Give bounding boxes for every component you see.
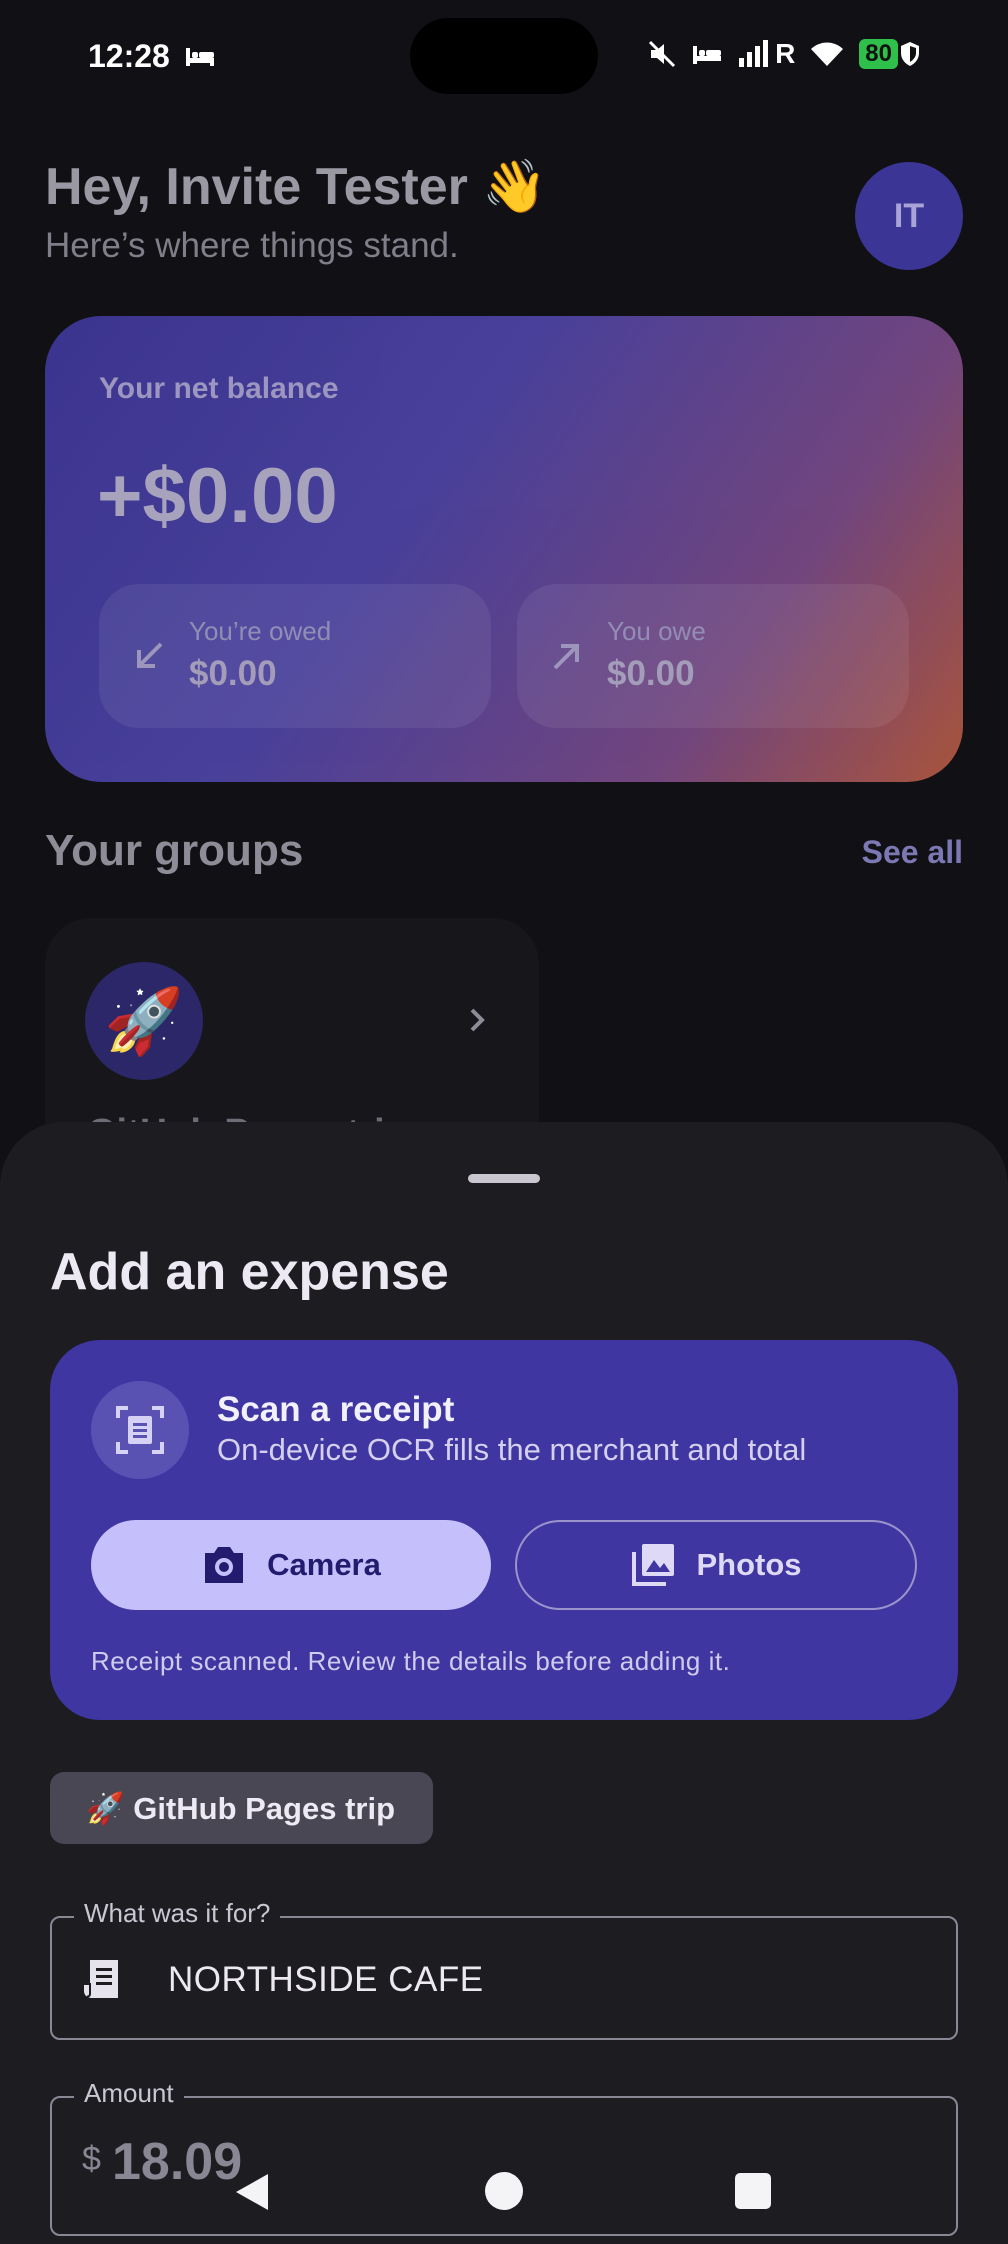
group-chip[interactable]: 🚀 GitHub Pages trip <box>50 1772 434 1844</box>
mute-icon <box>649 40 676 68</box>
greeting-title: Hey, Invite Tester 👋 <box>45 158 548 216</box>
camera-cutout <box>410 18 598 94</box>
see-all-link[interactable]: See all <box>862 834 963 871</box>
owe-label: You owe <box>607 616 706 646</box>
camera-button-label: Camera <box>267 1547 381 1582</box>
groups-title: Your groups <box>45 826 304 875</box>
balance-card: Your net balance +$0.00 You’re owed $0.0… <box>45 316 963 782</box>
chevron-right-icon <box>470 1008 485 1032</box>
owed-value: $0.00 <box>189 654 277 693</box>
signal-icon <box>739 40 769 67</box>
owe-tile[interactable]: You owe $0.00 <box>517 584 909 728</box>
sheet-drag-handle[interactable] <box>468 1174 540 1183</box>
bed-icon <box>693 46 722 64</box>
photos-button[interactable]: Photos <box>515 1520 917 1610</box>
avatar[interactable]: IT <box>855 162 963 270</box>
wifi-icon <box>811 42 844 66</box>
owed-tile[interactable]: You’re owed $0.00 <box>99 584 491 728</box>
arrow-down-left-icon <box>137 642 163 668</box>
battery-icon: 80 <box>859 39 898 69</box>
description-field-label: What was it for? <box>74 1898 281 1929</box>
add-expense-sheet: Add an expense Scan a receipt On-device … <box>0 1122 1008 2244</box>
recents-icon[interactable] <box>735 2173 771 2209</box>
scan-receipt-card: Scan a receipt On-device OCR fills the m… <box>50 1340 958 1720</box>
description-field[interactable]: What was it for? NORTHSIDE CAFE <box>50 1898 958 2040</box>
balance-label: Your net balance <box>99 372 339 405</box>
scan-receipt-icon <box>91 1381 189 1479</box>
photos-button-label: Photos <box>696 1547 802 1582</box>
owe-value: $0.00 <box>607 654 695 693</box>
sheet-title: Add an expense <box>50 1243 449 1301</box>
description-input[interactable]: NORTHSIDE CAFE <box>168 1960 484 2000</box>
arrow-up-right-icon <box>553 644 579 670</box>
back-icon[interactable] <box>232 2172 272 2212</box>
camera-icon <box>205 1547 244 1583</box>
scan-status-text: Receipt scanned. Review the details befo… <box>91 1646 731 1676</box>
home-icon[interactable] <box>485 2172 523 2210</box>
receipt-icon <box>84 1960 118 1998</box>
document-scanner-icon <box>116 1406 164 1454</box>
camera-button[interactable]: Camera <box>91 1520 491 1610</box>
balance-amount: +$0.00 <box>97 451 338 539</box>
scan-subtitle: On-device OCR fills the merchant and tot… <box>217 1432 807 1467</box>
scan-title: Scan a receipt <box>217 1390 455 1429</box>
group-emoji-avatar: 🚀 <box>85 962 203 1080</box>
owed-label: You’re owed <box>189 616 332 646</box>
shield-icon <box>901 42 919 66</box>
greeting-subtitle: Here’s where things stand. <box>45 226 459 265</box>
status-bar: 12:28 R 80 <box>0 0 1008 110</box>
amount-field-label: Amount <box>74 2078 184 2109</box>
bed-icon <box>186 48 214 66</box>
photo-library-icon <box>632 1544 675 1586</box>
status-icons: R 80 <box>647 38 920 70</box>
network-type: R <box>775 38 796 69</box>
status-time: 12:28 <box>88 38 170 74</box>
system-nav-bar <box>0 2138 1008 2244</box>
